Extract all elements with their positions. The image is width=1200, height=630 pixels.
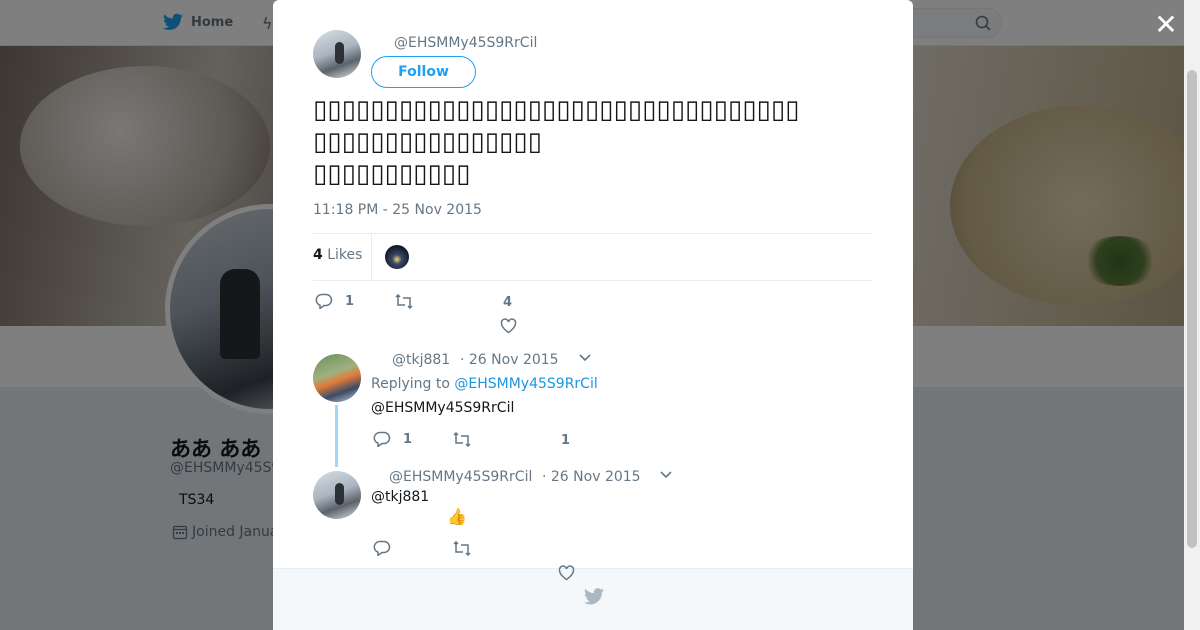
- reply-icon: [315, 293, 333, 309]
- tweet-timestamp[interactable]: 11:18 PM - 25 Nov 2015: [313, 202, 482, 218]
- retweet-icon: [453, 432, 471, 447]
- like-count-top: 4: [503, 295, 513, 310]
- author-handle[interactable]: @EHSMMy45S9RrCil: [394, 35, 537, 51]
- retweet-icon: [395, 294, 413, 309]
- heart-icon: [500, 318, 517, 334]
- reply-date[interactable]: · 26 Nov 2015: [460, 352, 559, 368]
- likes-count: 4: [313, 247, 323, 263]
- reply-like-count: 1: [561, 433, 571, 448]
- thread-line: [335, 405, 338, 467]
- scrollbar-thumb[interactable]: [1187, 70, 1197, 548]
- tweet-modal: @EHSMMy45S9RrCil Follow ▯▯▯▯▯▯▯▯▯▯▯▯▯▯▯▯…: [273, 0, 913, 630]
- retweet-icon: [453, 541, 471, 556]
- liker-avatar[interactable]: [385, 245, 409, 269]
- reply2-reply-button[interactable]: [373, 540, 391, 556]
- reply2-author-avatar[interactable]: [313, 471, 361, 519]
- reply-author-avatar[interactable]: [313, 354, 361, 402]
- retweet-button[interactable]: [395, 294, 413, 309]
- reply-icon: [373, 431, 391, 447]
- reply2-like-button[interactable]: [558, 565, 575, 581]
- reply-retweet-button[interactable]: [453, 432, 471, 447]
- replying-to-link[interactable]: @EHSMMy45S9RrCil: [454, 376, 597, 392]
- reply-count: 1: [345, 293, 355, 309]
- reply-button[interactable]: 1: [315, 293, 354, 309]
- reply-text[interactable]: @EHSMMy45S9RrCil: [371, 400, 514, 416]
- reply-icon: [373, 540, 391, 556]
- close-icon[interactable]: ✕: [1152, 11, 1180, 39]
- reply2-mention[interactable]: @tkj881: [371, 489, 429, 505]
- page-scrollbar[interactable]: [1184, 0, 1200, 630]
- tweet-stats: 4 Likes: [313, 233, 873, 281]
- follow-button[interactable]: Follow: [371, 56, 476, 88]
- stats-divider: [371, 234, 372, 280]
- tweet-text: ▯▯▯▯▯▯▯▯▯▯▯▯▯▯▯▯▯▯▯▯▯▯▯▯▯▯▯▯▯▯▯▯▯▯ ▯▯▯▯▯…: [313, 95, 800, 189]
- reply-reply-button[interactable]: 1: [373, 431, 412, 447]
- author-avatar[interactable]: [313, 30, 361, 78]
- reply2-text: 👍: [447, 507, 467, 526]
- replying-to: Replying to @EHSMMy45S9RrCil: [371, 376, 598, 392]
- replying-prefix: Replying to: [371, 376, 450, 392]
- heart-icon: [558, 565, 575, 581]
- modal-footer: [273, 568, 913, 630]
- chevron-down-icon[interactable]: [578, 352, 592, 367]
- reply2-retweet-button[interactable]: [453, 541, 471, 556]
- reply-reply-count: 1: [403, 431, 413, 447]
- chevron-down-icon[interactable]: [659, 469, 673, 484]
- like-button[interactable]: [500, 318, 517, 334]
- reply2-date[interactable]: · 26 Nov 2015: [542, 469, 641, 485]
- likes-stat[interactable]: 4 Likes: [313, 247, 362, 263]
- twitter-bird-icon: [584, 588, 604, 605]
- reply2-handle[interactable]: @EHSMMy45S9RrCil: [389, 469, 532, 485]
- likes-label: Likes: [327, 247, 363, 263]
- reply-handle[interactable]: @tkj881: [392, 352, 450, 368]
